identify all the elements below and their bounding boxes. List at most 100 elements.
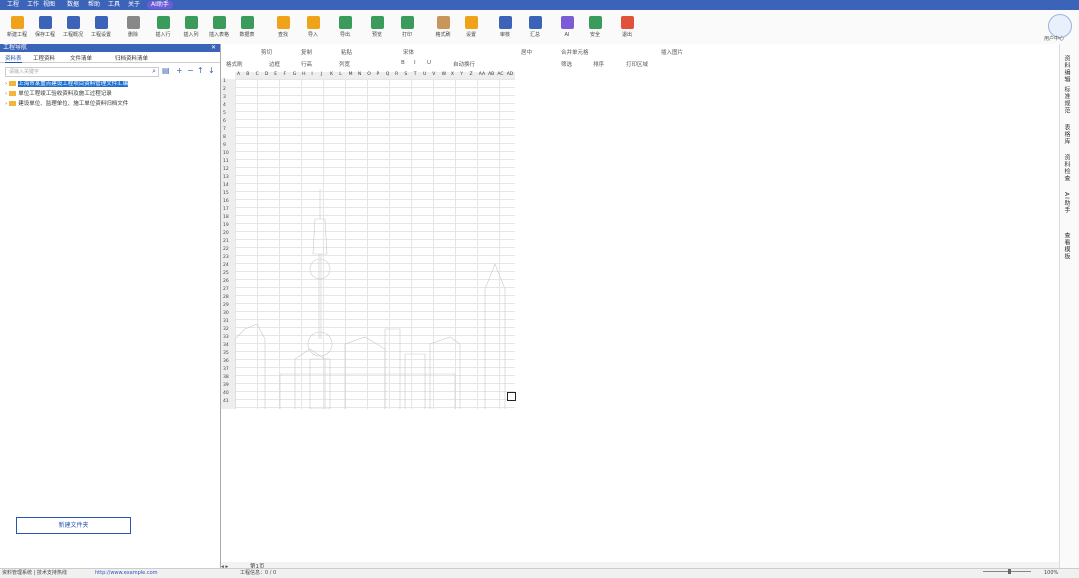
toolbar-button[interactable]: 保存工程 <box>30 13 60 43</box>
column-label[interactable]: N <box>358 72 361 77</box>
column-label[interactable]: I <box>311 72 312 77</box>
column-label[interactable]: E <box>274 72 277 77</box>
menu-item-tools[interactable]: 工具 <box>108 1 120 9</box>
row-label[interactable]: 26 <box>223 279 229 284</box>
column-label[interactable]: B <box>246 72 249 77</box>
zoom-slider-knob[interactable] <box>1008 569 1011 574</box>
column-label[interactable]: G <box>293 72 297 77</box>
menu-item-help[interactable]: 帮助 <box>88 1 100 9</box>
row-label[interactable]: 18 <box>223 215 229 220</box>
expand-icon[interactable]: › <box>5 101 7 107</box>
close-icon[interactable]: ✕ <box>211 44 216 52</box>
column-label[interactable]: C <box>256 72 259 77</box>
search-icon[interactable]: ⌕ <box>152 67 156 76</box>
row-label[interactable]: 40 <box>223 391 229 396</box>
toolbar-button[interactable]: 插入列 <box>176 13 206 43</box>
column-label[interactable]: AA <box>479 72 485 77</box>
toolbar-button[interactable]: AI <box>552 13 582 43</box>
toolbar-button[interactable]: 设置 <box>456 13 486 43</box>
move-up-icon[interactable]: ↑ <box>197 67 204 75</box>
remove-icon[interactable]: − <box>187 67 194 75</box>
row-label[interactable]: 15 <box>223 191 229 196</box>
column-label[interactable]: M <box>349 72 353 77</box>
row-label[interactable]: 22 <box>223 247 229 252</box>
expand-icon[interactable]: › <box>5 91 7 97</box>
underline-button[interactable]: U <box>427 60 431 66</box>
row-label[interactable]: 21 <box>223 239 229 244</box>
row-label[interactable]: 34 <box>223 343 229 348</box>
row-label[interactable]: 2 <box>223 87 226 92</box>
row-label[interactable]: 17 <box>223 207 229 212</box>
row-label[interactable]: 39 <box>223 383 229 388</box>
column-label[interactable]: T <box>414 72 417 77</box>
tree-item[interactable]: › 建设单位、监理单位、施工单位资料归档文件 <box>5 100 128 108</box>
row-label[interactable]: 7 <box>223 127 226 132</box>
toolbar-button[interactable]: 导出 <box>330 13 360 43</box>
column-label[interactable]: F <box>284 72 287 77</box>
cut-button[interactable]: 剪切 <box>261 48 272 56</box>
toolbar-button[interactable]: 新建工程 <box>2 13 32 43</box>
toolbar-button[interactable]: 退出 <box>612 13 642 43</box>
user-name[interactable]: 用户中心 <box>1044 35 1064 42</box>
italic-button[interactable]: I <box>414 60 416 66</box>
column-label[interactable]: L <box>339 72 342 77</box>
row-label[interactable]: 24 <box>223 263 229 268</box>
row-label[interactable]: 3 <box>223 95 226 100</box>
toolbar-button[interactable]: 审核 <box>490 13 520 43</box>
menu-item-work[interactable]: 工作 <box>27 1 39 9</box>
format-painter-button[interactable]: 格式刷 <box>226 60 243 68</box>
row-label[interactable]: 36 <box>223 359 229 364</box>
row-label[interactable]: 5 <box>223 111 226 116</box>
col-width-button[interactable]: 列宽 <box>339 60 350 68</box>
row-label[interactable]: 33 <box>223 335 229 340</box>
search-input[interactable]: 请输入关键字 ⌕ <box>5 67 159 77</box>
sidebar-item-table-library[interactable]: 表格库 <box>1062 124 1071 145</box>
row-label[interactable]: 35 <box>223 351 229 356</box>
paste-button[interactable]: 粘贴 <box>341 48 352 56</box>
row-label[interactable]: 10 <box>223 151 229 156</box>
toolbar-button[interactable]: 数据表 <box>232 13 262 43</box>
tree-item[interactable]: › 上海市某重点建设工程项目资料管理文件汇编 <box>5 80 129 88</box>
new-folder-button[interactable]: 新建文件夹 <box>16 517 131 534</box>
column-label[interactable]: D <box>265 72 268 77</box>
row-label[interactable]: 9 <box>223 143 226 148</box>
toolbar-button[interactable]: 格式刷 <box>428 13 458 43</box>
spreadsheet[interactable]: A B C D E F G H I J K L M N O P Q R S T U V W X Y Z AA AB AC AD 12345… <box>221 72 1059 562</box>
row-label[interactable]: 11 <box>223 159 229 164</box>
tab-file-list[interactable]: 文件清单 <box>70 54 92 62</box>
tab-data-sheet[interactable]: 资料表 <box>5 54 22 63</box>
column-label[interactable]: V <box>432 72 435 77</box>
bold-button[interactable]: B <box>401 60 405 66</box>
menu-item-project[interactable]: 工程 <box>7 1 19 9</box>
column-label[interactable]: K <box>330 72 333 77</box>
font-select[interactable]: 宋体 <box>403 48 414 56</box>
row-label[interactable]: 23 <box>223 255 229 260</box>
row-label[interactable]: 32 <box>223 327 229 332</box>
status-link[interactable]: http://www.example.com <box>95 570 158 577</box>
column-label[interactable]: Q <box>386 72 390 77</box>
column-label[interactable]: A <box>237 72 240 77</box>
print-area-button[interactable]: 打印区域 <box>626 60 648 68</box>
cell-cursor[interactable] <box>507 392 516 401</box>
menu-item-about[interactable]: 关于 <box>128 1 140 9</box>
toolbar-button[interactable]: 删除 <box>118 13 148 43</box>
row-label[interactable]: 20 <box>223 231 229 236</box>
row-label[interactable]: 38 <box>223 375 229 380</box>
column-label[interactable]: H <box>302 72 305 77</box>
zoom-slider[interactable] <box>983 571 1031 572</box>
copy-button[interactable]: 复制 <box>301 48 312 56</box>
column-label[interactable]: AB <box>488 72 494 77</box>
toolbar-button[interactable]: 查找 <box>268 13 298 43</box>
column-label[interactable]: J <box>321 72 322 77</box>
row-label[interactable]: 37 <box>223 367 229 372</box>
toolbar-button[interactable]: 安全 <box>580 13 610 43</box>
tree-item[interactable]: › 单位工程竣工验收资料及施工过程记录 <box>5 90 112 98</box>
sidebar-item-data-edit[interactable]: 资料编辑 <box>1062 55 1071 83</box>
merge-cells-button[interactable]: 合并单元格 <box>561 48 589 56</box>
border-button[interactable]: 边框 <box>269 60 280 68</box>
row-label[interactable]: 6 <box>223 119 226 124</box>
sort-button[interactable]: 排序 <box>593 60 604 68</box>
sidebar-item-standards[interactable]: 标准规范 <box>1062 86 1071 114</box>
add-icon[interactable]: + <box>176 67 183 75</box>
column-label[interactable]: W <box>442 72 446 77</box>
